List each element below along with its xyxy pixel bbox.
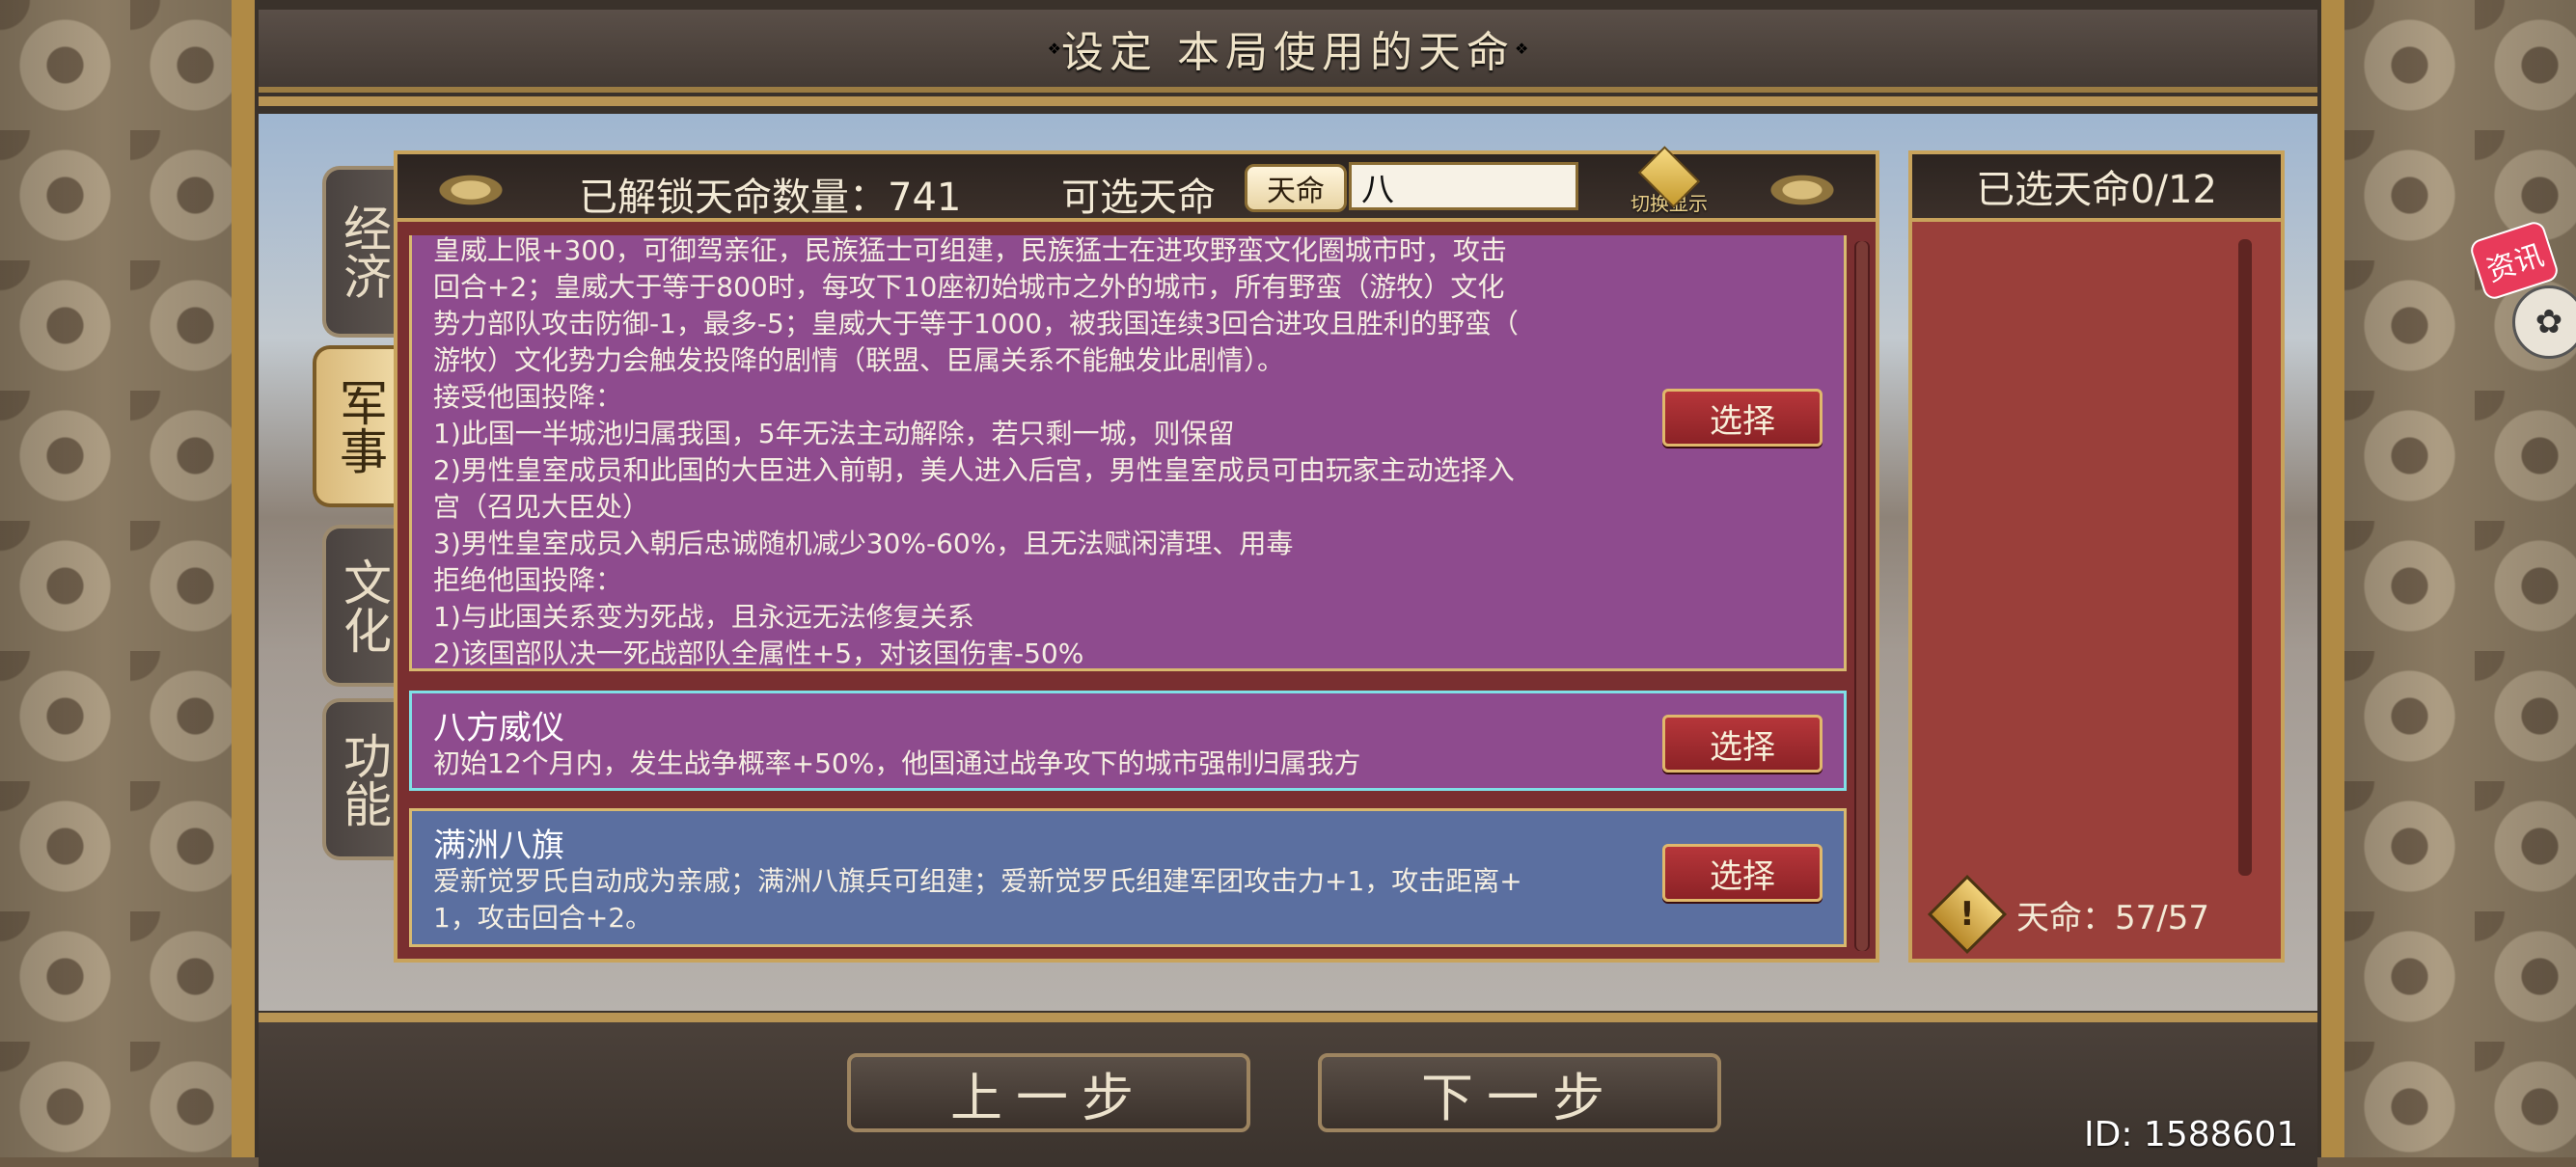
prev-step-button[interactable]: 上一步 — [847, 1053, 1250, 1132]
list-item: 八方威仪 初始12个月内，发生战争概率+50%，他国通过战争攻下的城市强制归属我… — [409, 691, 1847, 791]
tab-economy[interactable]: 经济 — [322, 166, 401, 338]
tab-military[interactable]: 军事 — [313, 345, 403, 507]
tab-function-label: 功能 — [336, 731, 392, 828]
destiny-points: ! 天命：57/57 — [1927, 874, 2209, 955]
bottom-bar — [259, 1013, 2317, 1167]
search-input[interactable] — [1349, 162, 1578, 210]
title-ornament-left-icon: ❖ — [1047, 39, 1061, 58]
title-ornament-right-icon: ❖ — [1515, 39, 1529, 58]
selectable-label: 可选天命 — [1061, 176, 1216, 220]
selected-scrollbar[interactable] — [2238, 239, 2252, 876]
gold-divider — [259, 96, 2317, 106]
player-id: ID: 1588601 — [2084, 1115, 2299, 1154]
select-button[interactable]: 选择 — [1662, 715, 1822, 773]
select-button[interactable]: 选择 — [1662, 389, 1822, 447]
card-description: 爱新觉罗氏自动成为亲戚；满洲八旗兵可组建；爱新觉罗氏组建军团攻击力+1，攻击距离… — [433, 865, 1522, 934]
list-scrollbar-thumb[interactable] — [1856, 241, 1868, 951]
tab-economy-label: 经济 — [336, 204, 392, 300]
select-button[interactable]: 选择 — [1662, 844, 1822, 902]
tab-military-label: 军事 — [332, 378, 388, 475]
selected-title: 已选天命0/12 — [1908, 150, 2285, 222]
destiny-list[interactable]: 皇威上限+300，可御驾亲征，民族猛士可组建，民族猛士在进攻野蛮文化圈城市时，攻… — [409, 235, 1847, 949]
list-item: 满洲八旗 爱新觉罗氏自动成为亲戚；满洲八旗兵可组建；爱新觉罗氏组建军团攻击力+1… — [409, 808, 1847, 947]
card-name: 满洲八旗 — [433, 827, 564, 865]
tab-culture-label: 文化 — [336, 557, 392, 654]
card-name: 八方威仪 — [433, 709, 564, 747]
page-title: 设定 本局使用的天命 — [1061, 28, 1515, 77]
card-description: 皇威上限+300，可御驾亲征，民族猛士可组建，民族猛士在进攻野蛮文化圈城市时，攻… — [433, 235, 1519, 669]
next-step-button[interactable]: 下一步 — [1318, 1053, 1721, 1132]
dragon-right-icon — [1735, 158, 1870, 222]
damask-left-panel — [0, 0, 260, 1157]
switch-display-button[interactable]: 切换显示 — [1611, 146, 1727, 216]
list-item: 皇威上限+300，可御驾亲征，民族猛士可组建，民族猛士在进攻野蛮文化圈城市时，攻… — [409, 235, 1847, 671]
warning-icon[interactable]: ! — [1927, 874, 2008, 955]
selected-panel — [1908, 150, 2285, 963]
dragon-left-icon — [403, 158, 538, 222]
title-bar: ❖ 设定 本局使用的天命 ❖ — [259, 10, 2317, 93]
destiny-points-label: 天命：57/57 — [2016, 898, 2209, 937]
card-description: 初始12个月内，发生战争概率+50%，他国通过战争攻下的城市强制归属我方 — [433, 747, 1361, 779]
news-avatar-icon[interactable]: ✿ — [2512, 285, 2576, 359]
unlocked-count: 已解锁天命数量：741 — [579, 176, 962, 220]
search-tag[interactable]: 天命 — [1245, 164, 1347, 212]
damask-right-panel — [2344, 0, 2576, 1157]
list-scrollbar[interactable] — [1854, 241, 1870, 951]
tab-function[interactable]: 功能 — [322, 698, 401, 860]
tab-culture[interactable]: 文化 — [322, 525, 401, 687]
